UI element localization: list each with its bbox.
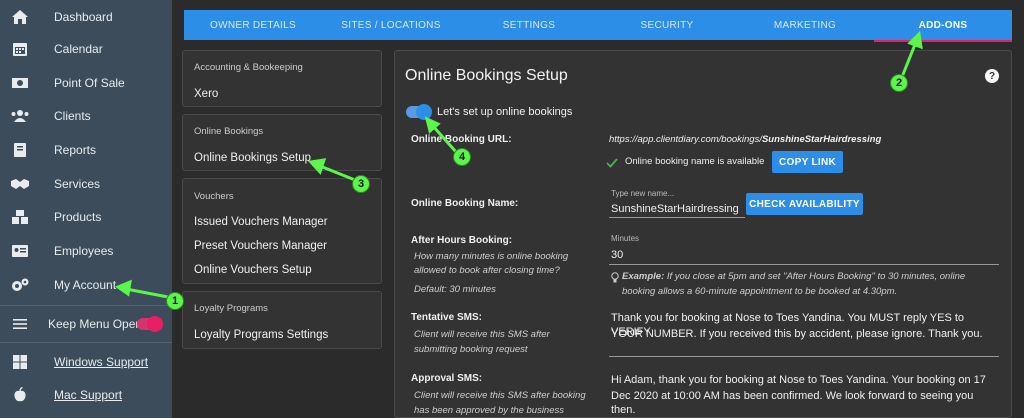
annotation-arrows (114, 30, 923, 299)
annotation-marker-2: 2 (890, 74, 908, 92)
annotation-marker-1: 1 (166, 292, 184, 310)
annotation-marker-3: 3 (352, 175, 370, 193)
annotation-marker-4: 4 (453, 148, 471, 166)
